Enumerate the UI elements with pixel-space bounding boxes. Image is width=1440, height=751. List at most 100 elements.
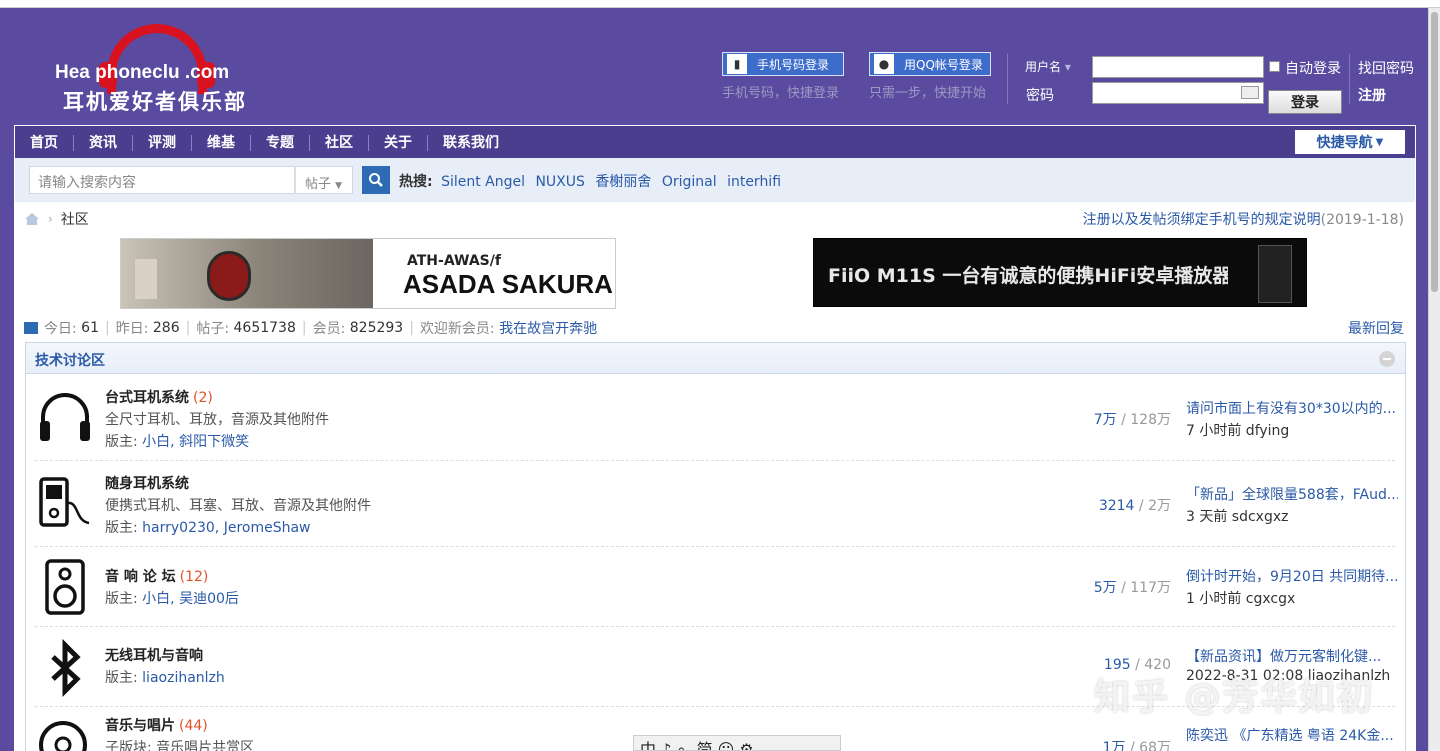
forum-counts: 5万 / 117万 <box>1093 580 1171 596</box>
moderator-links[interactable]: 小白, 斜阳下微笑 <box>142 434 249 450</box>
auto-login-checkbox[interactable] <box>1269 61 1280 72</box>
forum-subforums[interactable]: 子版块: 音乐唱片共赏区 <box>105 737 254 751</box>
stat-label: 欢迎新会员: <box>419 321 495 337</box>
qq-login-hint: 只需一步，快捷开始 <box>869 86 987 101</box>
username-label[interactable]: 用户名 ▾ <box>1025 58 1071 75</box>
board-title[interactable]: 技术讨论区 <box>35 350 105 370</box>
keyboard-icon[interactable] <box>1241 86 1259 99</box>
notice-date: (2019-1-18) <box>1320 212 1404 228</box>
forum-row[interactable]: 台式耳机系统 (2) 全尺寸耳机、耳放，音源及其他附件 版主: 小白, 斜阳下微笑… <box>35 375 1398 461</box>
password-label: 密码 <box>1026 88 1054 104</box>
forum-name: 音乐与唱片 (44) <box>105 718 208 734</box>
nav-item-contact[interactable]: 联系我们 <box>428 135 514 151</box>
site-logo[interactable]: Hea phoneclu .com 耳机爱好者俱乐部 <box>55 24 285 116</box>
moderator-links[interactable]: 小白, 吴迪00后 <box>142 591 239 607</box>
nav-item-home[interactable]: 首页 <box>15 134 74 151</box>
home-icon[interactable] <box>24 212 40 226</box>
moderator-links[interactable]: harry0230, JeromeShaw <box>142 520 310 536</box>
nav-item-topics[interactable]: 专题 <box>251 134 310 151</box>
breadcrumb-separator: › <box>48 212 53 226</box>
phone-icon: ▮ <box>727 54 747 74</box>
find-password-link[interactable]: 找回密码 <box>1358 58 1414 78</box>
hot-term[interactable]: Silent Angel <box>441 174 525 190</box>
stat-today: 61 <box>81 320 99 336</box>
nav-item-reviews[interactable]: 评测 <box>133 134 192 151</box>
portable-player-icon <box>39 477 90 527</box>
forum-row[interactable]: 随身耳机系统 便携式耳机、耳塞、耳放、音源及其他附件 版主: harry0230… <box>35 461 1398 547</box>
last-post-link[interactable]: 倒计时开始，9月20日 共同期待... <box>1186 566 1398 586</box>
divider <box>1007 54 1008 104</box>
thread-count[interactable]: 1万 <box>1103 740 1126 751</box>
banner-asada-sakura[interactable]: ATH-AWAS/f ASADA SAKURA <box>120 238 616 309</box>
chevron-down-icon: ▾ <box>1064 60 1071 74</box>
hot-term[interactable]: interhifi <box>727 174 781 190</box>
nav-item-wiki[interactable]: 维基 <box>192 134 251 151</box>
moderator-links[interactable]: liaozihanlzh <box>142 670 225 686</box>
speaker-icon <box>45 559 85 615</box>
last-post-link[interactable]: 陈奕迅 《广东精选 粤语 24K金... <box>1186 725 1398 745</box>
breadcrumb-current[interactable]: 社区 <box>61 209 89 229</box>
last-post-link[interactable]: 「新品」全球限量588套，FAud... <box>1186 484 1398 504</box>
ime-toolbar[interactable]: 中 ♪ ∘, 简 ☺ ⚙ <box>633 735 841 751</box>
search-button[interactable] <box>362 166 390 194</box>
quick-nav-button[interactable]: 快捷导航 ▼ <box>1295 130 1405 154</box>
qq-login-button[interactable]: ● 用QQ帐号登录 <box>869 52 991 76</box>
password-input[interactable] <box>1092 82 1264 104</box>
forum-row[interactable]: 音 响 论 坛 (12) 版主: 小白, 吴迪00后 5万 / 117万 倒计时开… <box>35 547 1398 627</box>
thread-count[interactable]: 3214 <box>1099 498 1135 514</box>
zhihu-watermark: 知乎 @芳华如初 <box>1094 677 1375 718</box>
last-post-meta[interactable]: 1 小时前 cgxcgx <box>1186 588 1295 608</box>
stat-posts: 4651738 <box>233 320 296 336</box>
thread-count[interactable]: 7万 <box>1094 412 1117 428</box>
last-post-link[interactable]: 【新品资讯】做万元客制化键... <box>1186 646 1398 666</box>
nav-item-community[interactable]: 社区 <box>310 134 369 151</box>
phone-login-button[interactable]: ▮ 手机号码登录 <box>722 52 844 76</box>
post-count: 128万 <box>1130 412 1171 428</box>
forum-counts: 3214 / 2万 <box>1098 498 1171 514</box>
last-post-meta[interactable]: 7 小时前 dfying <box>1186 420 1289 440</box>
username-input[interactable] <box>1092 56 1264 78</box>
latest-replies-link[interactable]: 最新回复 <box>1348 318 1404 338</box>
headphones-icon <box>40 393 90 441</box>
hot-search: 热搜: Silent Angel NUXUS 香榭丽舍 Original int… <box>399 171 787 191</box>
banner-fiio[interactable]: FiiO M11S 一台有诚意的便携HiFi安卓播放器 <box>813 238 1307 307</box>
hot-term[interactable]: NUXUS <box>535 174 584 190</box>
last-post-link[interactable]: 请问市面上有没有30*30以内的... <box>1186 398 1398 418</box>
disc-icon <box>39 721 87 751</box>
post-count: 68万 <box>1139 740 1171 751</box>
bluetooth-icon <box>51 639 81 698</box>
forum-name: 无线耳机与音响 <box>105 648 203 664</box>
browser-top-strip <box>0 0 1440 8</box>
thread-count[interactable]: 5万 <box>1094 580 1117 596</box>
forum-today-count: (44) <box>179 718 208 734</box>
last-post-meta[interactable]: 3 天前 sdcxgxz <box>1186 506 1289 526</box>
banner-photo <box>121 239 373 308</box>
newest-member-link[interactable]: 我在故宫开奔驰 <box>499 318 597 338</box>
nav-item-about[interactable]: 关于 <box>369 134 428 151</box>
forum-moderators: 版主: liaozihanlzh <box>105 670 225 686</box>
search-bar: 请输入搜索内容 帖子 ▼ 热搜: Silent Angel NUXUS 香榭丽舍… <box>14 158 1416 202</box>
hot-term[interactable]: Original <box>662 174 717 190</box>
forum-moderators: 版主: harry0230, JeromeShaw <box>105 520 311 536</box>
stat-label: 会员: <box>312 321 346 337</box>
caret-down-icon: ▼ <box>1375 136 1384 148</box>
breadcrumb: › 社区 <box>24 209 89 229</box>
register-link[interactable]: 注册 <box>1358 85 1386 105</box>
scrollbar[interactable] <box>1428 8 1440 751</box>
stat-yesterday: 286 <box>152 320 180 336</box>
auto-login-label[interactable]: 自动登录 <box>1285 58 1341 78</box>
notice: 注册以及发帖须绑定手机号的规定说明(2019-1-18) <box>1083 209 1404 229</box>
login-button[interactable]: 登录 <box>1268 90 1342 114</box>
forum-name: 台式耳机系统 (2) <box>105 390 213 406</box>
logo-text-cn: 耳机爱好者俱乐部 <box>63 90 247 114</box>
stat-label: 昨日: <box>115 321 149 337</box>
collapse-icon[interactable] <box>1379 351 1395 367</box>
search-input[interactable]: 请输入搜索内容 <box>29 166 295 194</box>
nav-item-news[interactable]: 资讯 <box>74 134 133 151</box>
banner-brand: ASADA SAKURA <box>403 269 613 299</box>
notice-link[interactable]: 注册以及发帖须绑定手机号的规定说明 <box>1083 212 1321 228</box>
search-type-select[interactable]: 帖子 ▼ <box>295 166 353 194</box>
post-count: 117万 <box>1130 580 1171 596</box>
hot-term[interactable]: 香榭丽舍 <box>595 174 651 190</box>
scrollbar-thumb[interactable] <box>1431 12 1438 292</box>
